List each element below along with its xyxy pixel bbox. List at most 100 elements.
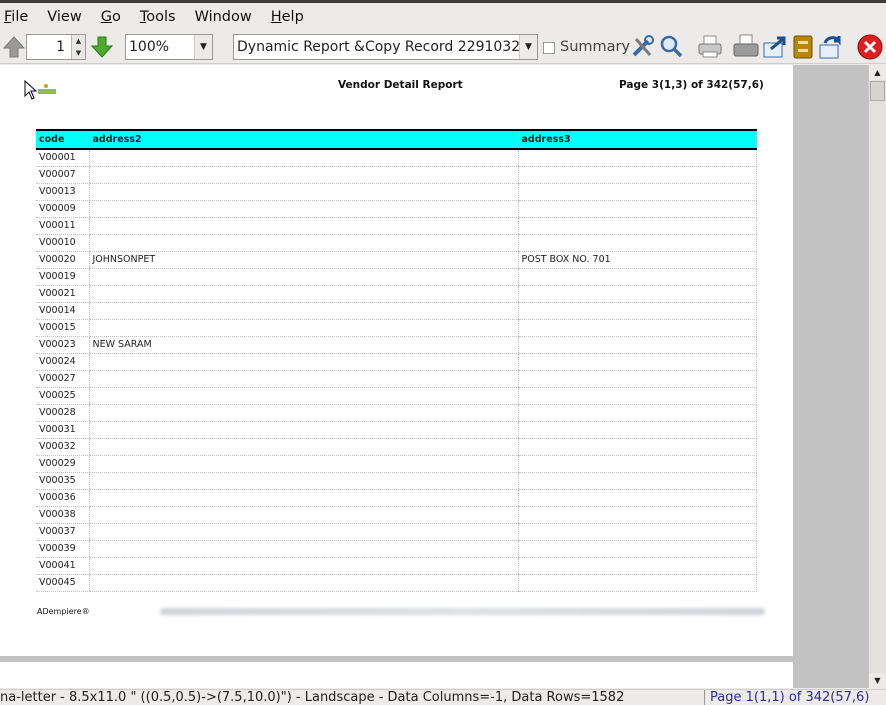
tools-icon[interactable] (628, 33, 656, 61)
table-cell-address3 (517, 540, 757, 558)
zoom-value: 100% (129, 39, 170, 55)
table-cell-address2 (88, 421, 518, 439)
menu-view-label: View (47, 8, 82, 25)
scroll-down-icon[interactable]: ▼ (869, 673, 886, 688)
column-header-address2: address2 (88, 129, 518, 150)
table-cell-address2: NEW SARAM (88, 336, 518, 354)
table-cell-address3 (517, 489, 757, 507)
table-cell-address3 (517, 302, 757, 320)
report-viewport[interactable]: Vendor Detail Report Page 3(1,3) of 342(… (0, 65, 868, 688)
chevron-down-icon: ▼ (194, 35, 212, 59)
column-header-address3: address3 (517, 129, 757, 150)
close-icon[interactable] (856, 33, 884, 61)
table-cell-address3 (517, 404, 757, 422)
scroll-up-icon[interactable]: ▲ (869, 65, 886, 80)
menu-view[interactable]: View (47, 9, 81, 25)
table-cell-address2 (88, 455, 518, 473)
table-cell-address3 (517, 200, 757, 218)
table-cell-code: V00032 (36, 438, 89, 456)
column-header-code: code (36, 129, 89, 150)
vertical-scrollbar[interactable]: ▲ ▼ (868, 65, 886, 688)
print-icon[interactable] (696, 33, 724, 61)
table-cell-address2 (88, 319, 518, 337)
page-number-spinner[interactable]: 1 ▲ ▼ (26, 34, 86, 60)
table-row: V00020 JOHNSONPET POST BOX NO. 701 (36, 251, 757, 269)
table-cell-address2 (88, 353, 518, 371)
table-cell-address3 (517, 455, 757, 473)
table-cell-address2 (88, 506, 518, 524)
table-cell-address3 (517, 166, 757, 184)
table-cell-address3 (517, 472, 757, 490)
table-cell-code: V00021 (36, 285, 89, 303)
table-cell-code: V00020 (36, 251, 89, 269)
status-page-info: Page 1(1,1) of 342(57,6) (704, 690, 886, 705)
scroll-thumb[interactable] (870, 81, 885, 101)
table-cell-address2 (88, 166, 518, 184)
table-row: V00036 (36, 489, 757, 507)
footer-brand: ADempiere® (37, 607, 90, 616)
table-row: V00038 (36, 506, 757, 524)
menu-tools-rest: ools (146, 8, 176, 25)
report-page: Vendor Detail Report Page 3(1,3) of 342(… (0, 65, 793, 656)
table-cell-code: V00036 (36, 489, 89, 507)
table-cell-address3 (517, 319, 757, 337)
table-cell-address3 (517, 149, 757, 167)
table-row: V00032 (36, 438, 757, 456)
page-up-arrow-icon[interactable] (0, 33, 28, 61)
status-paper-info: na-letter - 8.5x11.0 " ((0.5,0.5)->(7.5,… (0, 690, 625, 705)
table-cell-code: V00039 (36, 540, 89, 558)
table-row: V00037 (36, 523, 757, 541)
menu-help[interactable]: Help (271, 9, 304, 25)
table-cell-address2 (88, 302, 518, 320)
table-row: V00039 (36, 540, 757, 558)
table-cell-code: V00009 (36, 200, 89, 218)
spinner-down-icon[interactable]: ▼ (72, 47, 85, 59)
page-down-arrow-icon[interactable] (88, 33, 116, 61)
spinner-up-icon[interactable]: ▲ (72, 35, 85, 47)
table-cell-address2 (88, 489, 518, 507)
spinner-buttons: ▲ ▼ (71, 35, 85, 59)
table-cell-address3 (517, 387, 757, 405)
report-selector[interactable]: Dynamic Report &Copy Record 2291032 ▼ (233, 34, 538, 60)
menu-go[interactable]: Go (101, 9, 121, 25)
table-cell-code: V00041 (36, 557, 89, 575)
menu-tools[interactable]: Tools (140, 9, 176, 25)
table-row: V00019 (36, 268, 757, 286)
table-row: V00001 (36, 149, 757, 167)
table-row: V00035 (36, 472, 757, 490)
table-row: V00025 (36, 387, 757, 405)
table-cell-address2 (88, 387, 518, 405)
report-table-body: V00001 V00007 V00013 V00009 V00011 V00010 V000… (36, 149, 757, 592)
table-cell-code: V00011 (36, 217, 89, 235)
footer-blurred-info (160, 608, 765, 615)
table-cell-code: V00010 (36, 234, 89, 252)
menu-window[interactable]: Window (195, 9, 252, 25)
refresh-icon[interactable] (817, 33, 845, 61)
table-cell-address3 (517, 438, 757, 456)
table-cell-address2 (88, 200, 518, 218)
menu-go-mnemonic: G (100, 8, 112, 25)
table-cell-code: V00027 (36, 370, 89, 388)
table-row: V00024 (36, 353, 757, 371)
summary-checkbox[interactable] (543, 42, 555, 54)
next-report-page (0, 662, 793, 688)
summary-label: Summary (560, 39, 631, 55)
export-icon[interactable] (761, 33, 789, 61)
table-cell-address2 (88, 268, 518, 286)
menu-file[interactable]: File (4, 9, 28, 25)
table-row: V00041 (36, 557, 757, 575)
table-cell-address3 (517, 574, 757, 592)
zoom-select[interactable]: 100% ▼ (125, 34, 213, 60)
toolbar: 1 ▲ ▼ 100% ▼ Dynamic Report &Copy Record… (0, 30, 886, 64)
table-cell-address2: JOHNSONPET (88, 251, 518, 269)
table-row: V00045 (36, 574, 757, 592)
search-icon[interactable] (657, 33, 685, 61)
menu-file-rest: ile (11, 8, 29, 25)
table-cell-code: V00029 (36, 455, 89, 473)
table-row: V00014 (36, 302, 757, 320)
table-row: V00015 (36, 319, 757, 337)
archive-icon[interactable] (789, 33, 817, 61)
table-cell-address2 (88, 234, 518, 252)
table-cell-address3 (517, 421, 757, 439)
print-preview-icon[interactable] (732, 33, 760, 61)
